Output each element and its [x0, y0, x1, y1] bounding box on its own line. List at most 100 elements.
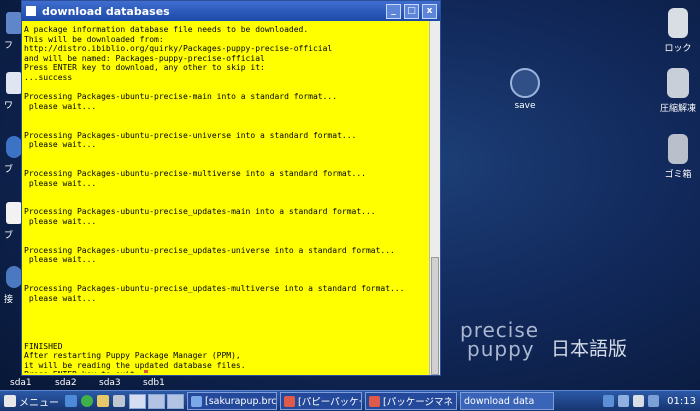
terminal-line: Processing Packages-ubuntu-precise_updat… — [24, 245, 395, 255]
network-icon — [6, 266, 22, 288]
terminal-line: FINISHED — [24, 341, 63, 351]
desktop-icon-label: ブ — [4, 165, 14, 175]
close-button[interactable]: x — [422, 3, 437, 19]
window-titlebar[interactable]: download databases _ □ x — [22, 1, 440, 21]
terminal-line: ...success — [24, 72, 73, 82]
app-icon — [191, 395, 202, 407]
terminal-line: Processing Packages-ubuntu-precise-unive… — [24, 130, 357, 140]
terminal-line: it will be reading the updated database … — [24, 360, 246, 370]
desktop-icon-trash[interactable]: ゴミ箱 — [648, 134, 700, 180]
desktop-icon-save[interactable]: save — [495, 68, 555, 111]
terminal-line: Press ENTER key to exit: — [24, 370, 428, 373]
desktop-icon-browser[interactable]: ブ — [0, 136, 22, 175]
lock-icon — [668, 8, 688, 38]
task-label: download data — [464, 395, 535, 407]
task-puppy-package[interactable]: [パピーパッケー — [280, 392, 362, 410]
app-icon — [369, 395, 380, 407]
terminal-line: Processing Packages-ubuntu-precise-multi… — [24, 168, 366, 178]
menu-button[interactable]: メニュー — [0, 392, 63, 410]
workspace-3[interactable] — [167, 393, 184, 409]
terminal-cursor — [144, 370, 149, 373]
drive-sda2[interactable]: sda2 — [55, 378, 77, 388]
desktop-icon-label: ワ — [4, 101, 14, 111]
archive-icon — [667, 68, 689, 98]
desktop-icon-label: 圧縮解凍 — [659, 104, 696, 114]
terminal-line: and will be named: Packages-puppy-precis… — [24, 53, 265, 63]
app-icon — [284, 395, 295, 407]
desktop-icon-connect[interactable]: 接 — [0, 266, 22, 305]
terminal-icon — [26, 6, 36, 16]
drive-sdb1[interactable]: sdb1 — [143, 378, 165, 388]
desktop-icon-file-manager[interactable]: フ — [0, 12, 22, 51]
folder-icon — [6, 12, 22, 34]
quicklaunch-desktop-icon[interactable] — [65, 395, 77, 407]
brand-japanese-edition: 日本語版 — [551, 338, 628, 360]
minimize-button[interactable]: _ — [386, 3, 401, 19]
puppy-logo-icon — [4, 395, 16, 407]
system-tray: 01:13 — [601, 395, 700, 407]
terminal-line: A package information database file need… — [24, 25, 309, 34]
drive-sda3[interactable]: sda3 — [99, 378, 121, 388]
terminal-line: Press ENTER key to download, any other t… — [24, 63, 265, 73]
desktop-icon-word[interactable]: ワ — [0, 72, 22, 111]
terminal-line: http://distro.ibiblio.org/quirky/Package… — [24, 44, 333, 54]
quicklaunch-editor-icon[interactable] — [113, 395, 125, 407]
task-download-databases[interactable]: download data — [460, 392, 554, 410]
terminal-line: After restarting Puppy Package Manager (… — [24, 351, 241, 361]
scrollbar-thumb[interactable] — [431, 257, 439, 375]
desktop-icon-label: ロック — [664, 44, 692, 54]
task-label: [sakurapup.brc — [205, 395, 277, 407]
battery-icon[interactable] — [648, 395, 660, 407]
terminal-line: Processing Packages-ubuntu-precise_updat… — [24, 284, 405, 294]
quicklaunch-folder-icon[interactable] — [97, 395, 109, 407]
taskbar: メニュー [sakurapup.brc [パピーパッケー [パッケージマネ do… — [0, 390, 700, 411]
desktop-icon-label: ブ — [4, 231, 14, 241]
brand-puppy: puppy — [467, 337, 535, 361]
maximize-button[interactable]: □ — [404, 3, 419, 19]
task-package-manager[interactable]: [パッケージマネ — [365, 392, 457, 410]
desktop-icon-label: save — [514, 101, 536, 111]
task-sakurapup[interactable]: [sakurapup.brc — [187, 392, 277, 410]
terminal-output[interactable]: A package information database file need… — [24, 25, 428, 373]
terminal-line: This will be downloaded from: — [24, 34, 164, 44]
network-tray-icon[interactable] — [603, 395, 615, 407]
save-disk-icon — [510, 68, 540, 98]
workspace-2[interactable] — [148, 393, 165, 409]
trash-icon — [668, 134, 688, 164]
terminal-line: Processing Packages-ubuntu-precise_updat… — [24, 207, 376, 217]
clock[interactable]: 01:13 — [667, 396, 696, 407]
terminal-line: please wait... — [24, 255, 97, 265]
terminal-line: please wait... — [24, 178, 97, 188]
desktop-icon-label: ゴミ箱 — [664, 170, 692, 180]
terminal-scrollbar[interactable] — [429, 21, 440, 375]
terminal-window[interactable]: download databases _ □ x A package infor… — [21, 0, 441, 376]
task-label: [パッケージマネ — [383, 397, 454, 408]
quicklaunch-browser-icon[interactable] — [81, 395, 93, 407]
keyboard-icon[interactable] — [633, 395, 645, 407]
document-icon — [6, 72, 22, 94]
window-title: download databases — [42, 4, 170, 18]
calendar-icon — [6, 202, 22, 224]
terminal-line: Processing Packages-ubuntu-precise-main … — [24, 92, 338, 102]
desktop-icon-lock[interactable]: ロック — [648, 8, 700, 54]
drive-sda1[interactable]: sda1 — [10, 378, 32, 388]
workspace-1[interactable] — [129, 393, 146, 409]
desktop-icon-blog[interactable]: ブ — [0, 202, 22, 241]
volume-icon[interactable] — [618, 395, 630, 407]
desktop-icon-label: 接 — [4, 295, 14, 305]
desktop-icon-archive[interactable]: 圧縮解凍 — [648, 68, 700, 114]
menu-label: メニュー — [19, 397, 59, 409]
